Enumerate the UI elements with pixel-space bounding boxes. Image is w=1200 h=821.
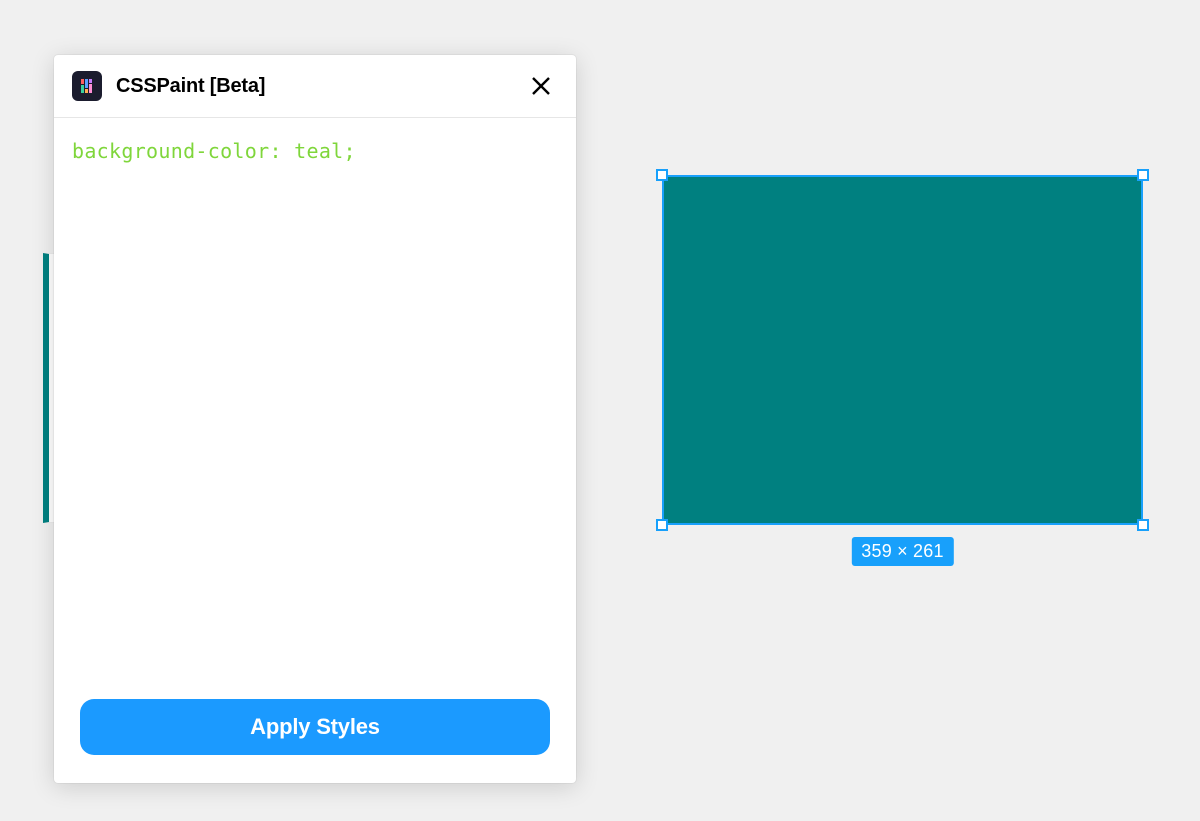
plugin-logo-icon bbox=[78, 77, 96, 95]
close-button[interactable] bbox=[526, 71, 556, 101]
close-icon bbox=[530, 75, 552, 97]
selected-layer-fill bbox=[662, 175, 1143, 525]
dimensions-badge: 359 × 261 bbox=[851, 537, 953, 566]
selection-edge-bottom[interactable] bbox=[662, 523, 1143, 525]
selection-edge-right[interactable] bbox=[1141, 175, 1143, 525]
selection-edge-top[interactable] bbox=[662, 175, 1143, 177]
plugin-icon bbox=[72, 71, 102, 101]
resize-handle-top-right[interactable] bbox=[1137, 169, 1149, 181]
resize-handle-top-left[interactable] bbox=[656, 169, 668, 181]
apply-styles-button[interactable]: Apply Styles bbox=[80, 699, 550, 755]
panel-header: CSSPaint [Beta] bbox=[54, 55, 576, 118]
resize-handle-bottom-left[interactable] bbox=[656, 519, 668, 531]
selected-layer[interactable]: 359 × 261 bbox=[662, 175, 1143, 525]
panel-footer: Apply Styles bbox=[54, 675, 576, 783]
resize-handle-bottom-right[interactable] bbox=[1137, 519, 1149, 531]
selection-edge-left[interactable] bbox=[662, 175, 664, 525]
panel-title: CSSPaint [Beta] bbox=[116, 75, 512, 98]
panel-body bbox=[54, 118, 576, 675]
plugin-panel: CSSPaint [Beta] Apply Styles bbox=[54, 55, 576, 783]
css-editor-input[interactable] bbox=[72, 136, 558, 675]
